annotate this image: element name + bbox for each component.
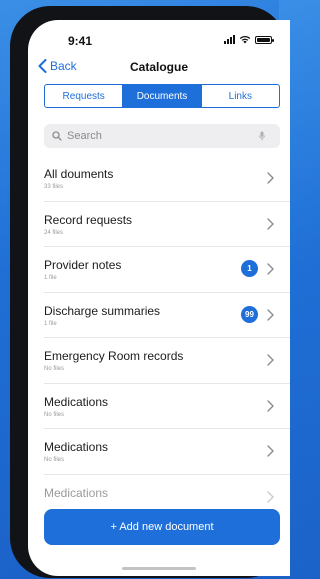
list-item-title: Medications [44,485,109,500]
list-item-record-requests[interactable]: Record requests 24 files [44,202,290,247]
list-item-title: Record requests [44,212,133,227]
list-item-medications[interactable]: Medications No files [44,429,290,475]
list-item-emergency-room-records[interactable]: Emergency Room records No files [44,338,290,384]
list-item-title: All douments [44,167,114,181]
chevron-right-icon [267,490,274,503]
list-item-title: Medications [44,394,109,409]
wifi-icon [239,36,251,44]
count-badge: 1 [241,260,258,277]
list-item-subtitle: 33 files [44,184,64,190]
list-item-subtitle: 1 file [44,275,57,281]
count-badge: 99 [241,305,258,323]
chevron-right-icon [267,172,274,184]
chevron-right-icon [267,354,274,366]
phone-frame: 9:41 Back Catalogue Requests Documents L… [10,6,290,578]
list-item-provider-notes[interactable]: Provider notes 1 file 1 [44,247,290,293]
list-item-subtitle: 24 files [44,229,64,236]
status-bar: 9:41 [28,20,290,52]
list-item-subtitle: No files [44,411,65,418]
search-input[interactable] [67,130,257,142]
search-icon [52,131,62,141]
status-icons [224,35,274,44]
list-item-discharge-summaries[interactable]: Discharge summaries 1 file 99 [44,293,290,338]
page-title: Catalogue [129,60,188,74]
chevron-right-icon [267,399,274,412]
signal-icon [224,35,235,44]
tab-requests[interactable]: Requests [45,85,124,107]
chevron-right-icon [267,217,274,230]
microphone-icon[interactable] [257,131,267,141]
tab-links[interactable]: Links [202,85,279,107]
list-item-title: Provider notes [44,258,122,272]
app-screen: 9:41 Back Catalogue Requests Documents L… [28,20,290,576]
add-new-document-button[interactable]: + Add new document [44,509,280,545]
list-item-title: Emergency Room records [44,349,184,363]
list-item-subtitle: No files [44,457,65,463]
chevron-right-icon [267,308,274,321]
list-item-medications[interactable]: Medications No files [44,384,290,429]
list-item-subtitle: No files [44,366,65,372]
tab-documents[interactable]: Documents [123,85,202,107]
search-bar[interactable] [44,124,280,148]
home-indicator [122,567,196,570]
list-item-subtitle: 1 file [44,320,57,327]
chevron-right-icon [267,263,274,275]
status-time: 9:41 [68,34,93,48]
nav-bar: Back Catalogue [28,56,290,80]
documents-list: All douments 33 files Record requests 24… [44,156,290,520]
list-item-title: Medications [44,440,109,454]
list-item-title: Discharge summaries [44,303,161,318]
segmented-control: Requests Documents Links [44,84,280,108]
list-item-all-documents[interactable]: All douments 33 files [44,156,290,202]
battery-icon [255,35,274,44]
chevron-right-icon [267,445,274,457]
